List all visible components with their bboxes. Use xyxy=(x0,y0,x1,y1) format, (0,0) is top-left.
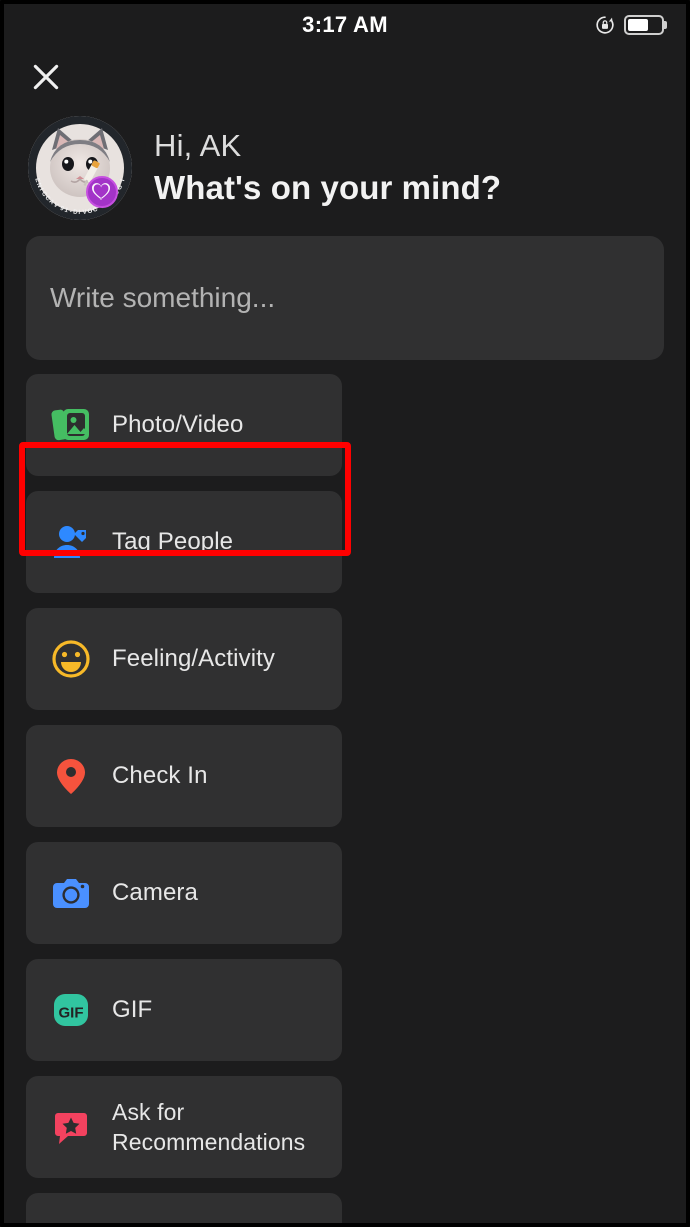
option-label: Ask for Recommendations xyxy=(112,1099,306,1155)
photo-video-icon xyxy=(48,402,94,448)
option-label: Tag People xyxy=(112,528,234,555)
battery-fill xyxy=(628,19,648,31)
option-label: Photo/Video xyxy=(112,411,244,438)
option-label: Camera xyxy=(112,879,198,906)
option-label: GIF xyxy=(112,996,153,1023)
battery-icon xyxy=(624,15,664,35)
option-camera[interactable]: Camera xyxy=(26,842,342,944)
status-time: 3:17 AM xyxy=(302,12,388,37)
option-label: Feeling/Activity xyxy=(112,645,275,672)
greeting-line: Hi, AK xyxy=(154,128,242,163)
option-label: Check In xyxy=(112,762,208,789)
greeting-header: I G O T M Y C O V I D - 1 9 V xyxy=(4,108,686,220)
rotation-lock-icon xyxy=(595,15,615,35)
location-pin-icon xyxy=(48,753,94,799)
option-ask-recommendations[interactable]: Ask for Recommendations xyxy=(26,1076,342,1178)
composer-section: Write something... xyxy=(4,220,686,360)
camera-icon xyxy=(48,870,94,916)
status-bar: 3:17 AM xyxy=(4,4,686,46)
page-title: What's on your mind? xyxy=(154,169,502,206)
price-tag-icon xyxy=(48,1221,94,1223)
post-text-input[interactable]: Write something... xyxy=(26,236,664,360)
composer-options-grid: Photo/Video Tag People Feeling/Activity … xyxy=(4,360,686,1223)
option-sell-something[interactable]: Sell Something xyxy=(26,1193,342,1223)
greeting-text: Hi, AK What's on your mind? xyxy=(154,126,501,210)
avatar-image: I G O T M Y C O V I D - 1 9 V xyxy=(28,116,132,220)
gif-icon: GIF xyxy=(48,987,94,1033)
option-photo-video[interactable]: Photo/Video xyxy=(26,374,342,476)
status-indicators xyxy=(595,15,664,35)
toolbar xyxy=(4,46,686,108)
option-gif[interactable]: GIF GIF xyxy=(26,959,342,1061)
close-icon[interactable] xyxy=(28,59,64,95)
svg-text:GIF: GIF xyxy=(59,1005,84,1022)
composer-placeholder: Write something... xyxy=(50,282,276,313)
tag-people-icon xyxy=(48,519,94,565)
option-tag-people[interactable]: Tag People xyxy=(26,491,342,593)
option-feeling-activity[interactable]: Feeling/Activity xyxy=(26,608,342,710)
avatar[interactable]: I G O T M Y C O V I D - 1 9 V xyxy=(28,116,132,220)
option-check-in[interactable]: Check In xyxy=(26,725,342,827)
recommendations-icon xyxy=(48,1104,94,1150)
post-composer-screen: 3:17 AM I G C O V I D - 1 9 V A C C I N … xyxy=(0,0,690,1227)
feeling-activity-icon xyxy=(48,636,94,682)
